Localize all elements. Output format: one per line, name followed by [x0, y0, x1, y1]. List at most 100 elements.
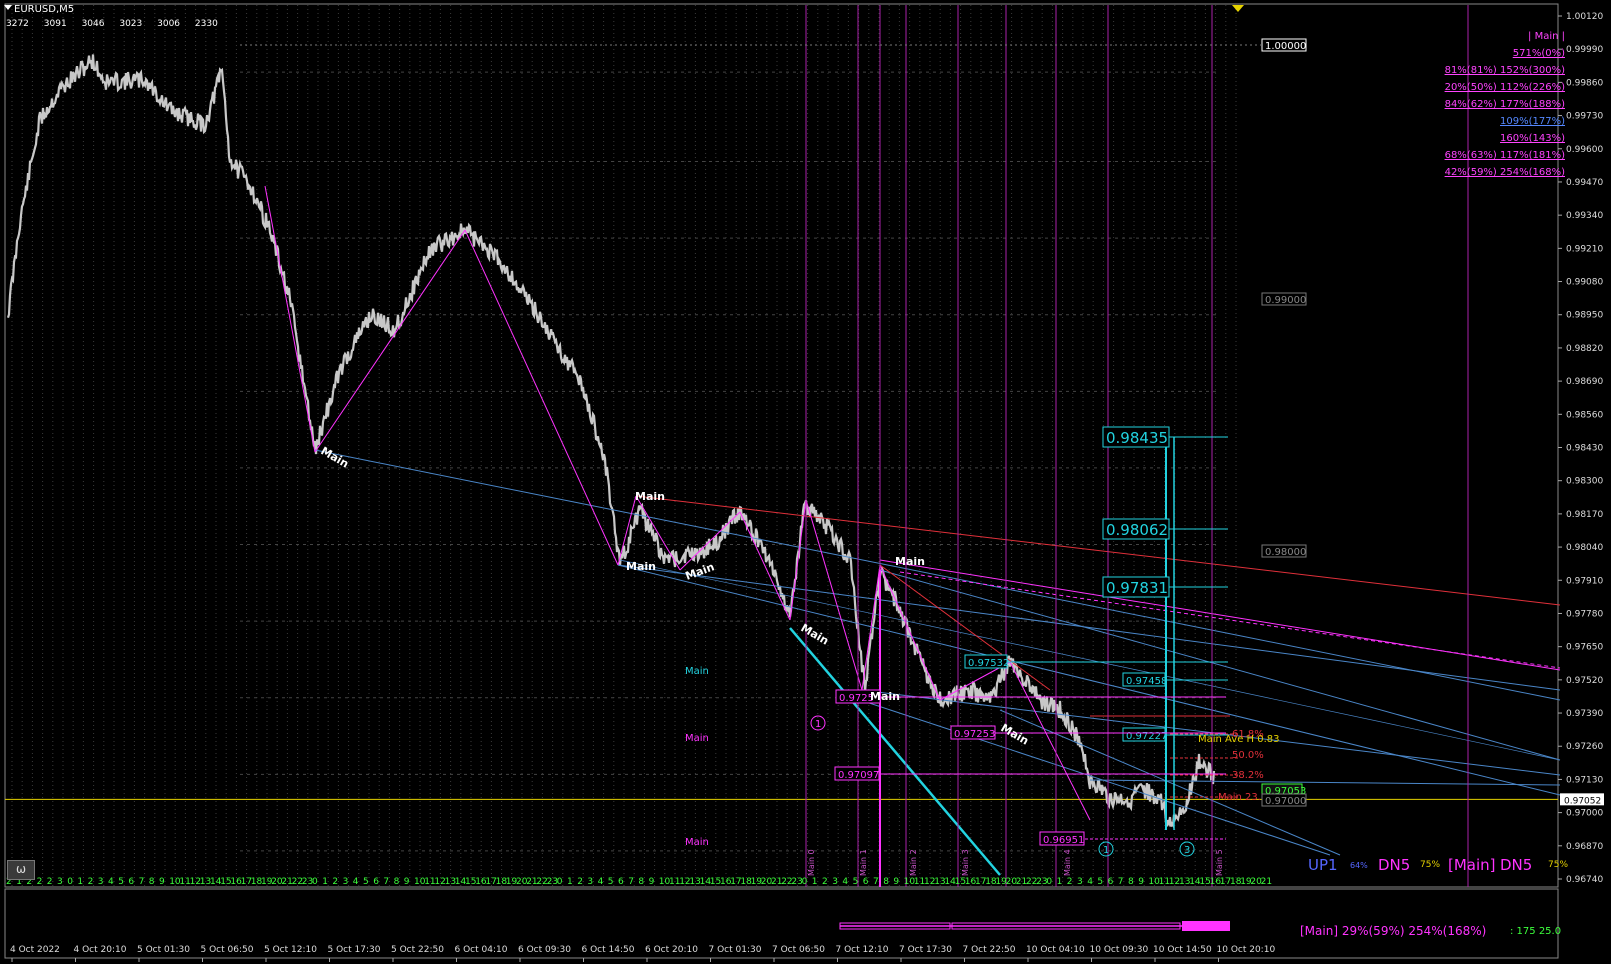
wave-label: Main	[870, 690, 900, 703]
time-label: 5 Oct 12:10	[264, 945, 317, 955]
target-price-label: 0.97532	[968, 658, 1009, 669]
time-label: 5 Oct 22:50	[391, 945, 444, 955]
wave-label: Main	[635, 490, 665, 503]
hour-tick: 7	[873, 877, 879, 887]
legend-row: 571%(0%)	[1512, 48, 1565, 59]
symbol-title: EURUSD,M5	[14, 4, 75, 15]
price-label: 0.97910	[1566, 576, 1603, 586]
status-main-bracket: [Main]	[1448, 856, 1496, 874]
level-price-label: 0.9725	[839, 693, 874, 704]
price-label: 0.97520	[1566, 676, 1603, 686]
hour-tick: 21	[1261, 877, 1272, 887]
status-dn-pct: 75%	[1420, 860, 1441, 870]
time-label: 6 Oct 14:50	[582, 945, 635, 955]
hour-tick: 8	[394, 877, 400, 887]
collapse-triangle-icon[interactable]	[4, 5, 12, 10]
counter-readout: : 175 25.0	[1510, 926, 1562, 937]
top-marker-icon	[1232, 5, 1244, 12]
wave-label: Main	[895, 555, 925, 568]
price-label: 0.97780	[1566, 609, 1603, 619]
hour-tick: 7	[1118, 877, 1124, 887]
price-label: 0.98560	[1566, 410, 1603, 420]
price-label: 0.98170	[1566, 510, 1603, 520]
hour-tick: 0	[67, 877, 73, 887]
legend-row: 20%(50%) 112%(226%)	[1444, 82, 1565, 93]
hour-tick: 3	[1077, 877, 1083, 887]
legend-row: 109%(177%)	[1500, 116, 1565, 127]
hour-tick: 6	[618, 877, 624, 887]
time-label: 6 Oct 09:30	[518, 945, 571, 955]
tick-count: 3046	[81, 19, 105, 29]
hour-tick: 2	[88, 877, 94, 887]
hour-tick: 3	[832, 877, 838, 887]
hour-tick: 6	[863, 877, 869, 887]
hour-tick: 7	[628, 877, 634, 887]
time-label: 6 Oct 20:10	[645, 945, 698, 955]
hour-tick: 2	[332, 877, 338, 887]
price-label: 0.96740	[1566, 875, 1603, 885]
trend-line	[789, 499, 807, 621]
price-label: 0.99990	[1566, 45, 1603, 55]
main-summary: [Main] 29%(59%) 254%(168%)	[1300, 924, 1487, 938]
side-label: Main	[685, 666, 709, 677]
price-label: 0.99730	[1566, 112, 1603, 122]
price-label: 0.99340	[1566, 211, 1603, 221]
price-label: 0.97000	[1566, 809, 1603, 819]
trend-line	[314, 229, 466, 453]
hour-tick: 3	[343, 877, 349, 887]
hour-tick: 0	[557, 877, 563, 887]
hour-tick: 9	[893, 877, 899, 887]
target-price-label: 0.97831	[1106, 579, 1168, 597]
hour-tick: 5	[608, 877, 614, 887]
legend-row: 160%(143%)	[1500, 133, 1565, 144]
trend-line	[739, 511, 791, 621]
ave-label: Main Ave H 0.83	[1198, 734, 1280, 745]
hour-tick: 2	[47, 877, 53, 887]
tick-count: 3023	[119, 19, 143, 29]
gray-price-label: 0.97000	[1265, 796, 1306, 807]
price-label: 0.96870	[1566, 842, 1603, 852]
hour-tick: 7	[383, 877, 389, 887]
time-label: 10 Oct 09:30	[1090, 945, 1149, 955]
omega-button[interactable]: ω	[7, 860, 35, 880]
hour-tick: 9	[159, 877, 165, 887]
hour-tick: 1	[322, 877, 328, 887]
tick-count: 2330	[194, 19, 218, 29]
target-price-label: 0.98062	[1106, 521, 1168, 539]
price-label: 0.99860	[1566, 78, 1603, 88]
wave-label: Main	[319, 444, 351, 470]
price-label: 0.99210	[1566, 244, 1603, 254]
time-label: 4 Oct 2022	[10, 945, 60, 955]
price-label: 0.97390	[1566, 709, 1603, 719]
trend-line	[635, 495, 1561, 606]
gray-price-label: 0.99000	[1265, 295, 1306, 306]
time-label: 7 Oct 06:50	[772, 945, 825, 955]
time-label: 7 Oct 12:10	[836, 945, 889, 955]
hour-tick: 5	[1097, 877, 1103, 887]
hour-tick: 8	[883, 877, 889, 887]
price-label: 0.97260	[1566, 742, 1603, 752]
time-label: 10 Oct 20:10	[1217, 945, 1276, 955]
legend-row: 42%(59%) 254%(168%)	[1444, 167, 1565, 178]
price-label: 1.00120	[1566, 12, 1603, 22]
hour-tick: 2	[1067, 877, 1073, 887]
level-price-label: 0.97097	[838, 770, 879, 781]
gray-price-label: 0.98000	[1265, 547, 1306, 558]
vertical-wave-label: Main 5	[1215, 849, 1224, 876]
hour-tick: 9	[1138, 877, 1144, 887]
hour-tick: 0	[802, 877, 808, 887]
time-label: 5 Oct 01:30	[137, 945, 190, 955]
time-label: 4 Oct 20:10	[74, 945, 127, 955]
chart-canvas[interactable]: 1.00120 0.99990 0.99860 0.99730 0.99600 0.994…	[0, 0, 1611, 964]
hour-tick: 4	[842, 877, 848, 887]
hour-tick: 8	[149, 877, 155, 887]
fib-label: 38.2%	[1232, 770, 1264, 781]
hour-tick: 5	[363, 877, 369, 887]
price-label: 0.98430	[1566, 444, 1603, 454]
vertical-wave-label: Main 3	[961, 849, 970, 876]
fib-label: 50.0%	[1232, 750, 1264, 761]
price-label: 0.99600	[1566, 145, 1603, 155]
hour-tick: 3	[57, 877, 63, 887]
trend-line	[861, 564, 881, 691]
hour-tick: 3	[587, 877, 593, 887]
